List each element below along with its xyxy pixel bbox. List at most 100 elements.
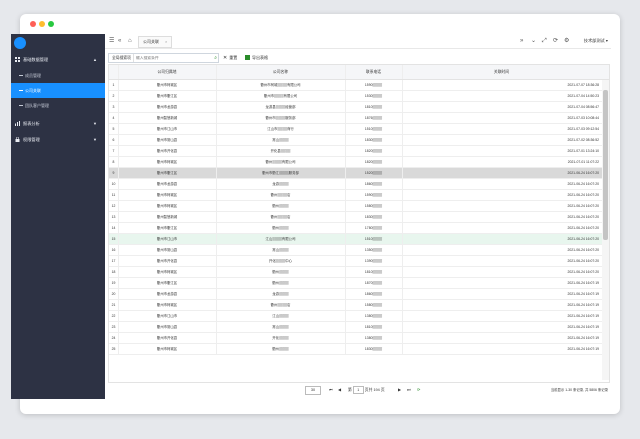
table-row[interactable]: 21 衢州市柯城区 衢州▒▒▒▒店 1580▒▒▒▒ 2021-06-24 16:07:… [109,300,609,311]
table-row[interactable]: 3 衢州市龙游县 龙游县▒▒▒▒经营部 1810▒▒▒▒ 2021-07-04 08:5… [109,102,609,113]
vertical-scrollbar[interactable] [602,80,609,380]
sidebar-group-permissions[interactable]: 权限管理 ▼ [11,132,105,147]
cell-company: 衢州市▒▒▒▒有限公司 [216,91,346,101]
cell-company: 江山▒▒▒▒ [216,311,346,321]
scrollbar-thumb[interactable] [603,90,608,240]
home-icon[interactable]: ⌂ [128,37,132,45]
cell-time: 2021-06-24 16:07:20 [567,248,599,252]
page-suffix: 页共 194 页 [364,388,385,392]
table-row[interactable]: 13 衢州智慧新城 衢州▒▒▒▒店 1830▒▒▒▒ 2021-06-24 16:07:… [109,212,609,223]
table-row[interactable]: 1 衢州市柯城区 衢州市柯城▒▒▒▒有限公司 1590▒▒▒▒ 2021-07-07 1… [109,80,609,91]
table-row[interactable]: 19 衢州市衢江区 衢州▒▒▒▒ 1870▒▒▒▒ 2021-06-24 16:07:1… [109,278,609,289]
fullscreen-icon[interactable]: ⤢ [542,37,547,45]
cell-phone: 1390▒▒▒▒ [345,256,403,266]
pagination-bar: 30 ⏮ ◀ 第 1 页共 194 页 ▶ ⏭ ⟳ 当前显示 1-30 条记录, 共… [105,384,611,396]
close-window-button[interactable] [30,21,36,27]
table-row[interactable]: 22 衢州市江山市 江山▒▒▒▒ 1380▒▒▒▒ 2021-06-24 16:07:1… [109,311,609,322]
cell-phone: 1810▒▒▒▒ [345,267,403,277]
table-row[interactable]: 6 衢州市常山县 常山▒▒▒▒ 1830▒▒▒▒ 2021-07-02 08:36:52 [109,135,609,146]
table-row[interactable]: 15 衢州市江山市 江山▒▒▒▒有限公司 1510▒▒▒▒ 2021-06-24 16:… [109,234,609,245]
table-row[interactable]: 4 衢州智慧新城 衢州市▒▒▒▒服务部 1876▒▒▒▒ 2021-07-03 10:0… [109,113,609,124]
grid-icon [15,57,20,62]
table-row[interactable]: 25 衢州市柯城区 衢州▒▒▒▒ 1830▒▒▒▒ 2021-06-24 16:07:1… [109,344,609,355]
cell-region: 衢州市开化县 [118,333,217,343]
cell-time: 2021-06-24 16:07:19 [567,325,599,329]
cell-time: 2021-06-24 16:07:19 [567,336,599,340]
user-menu[interactable]: 技术部测试 ▾ [584,37,608,45]
sidebar-group-reports[interactable]: 报表分析 ▼ [11,116,105,131]
cell-phone: 1860▒▒▒▒ [345,289,403,299]
export-button[interactable]: 导出表格 [245,53,268,63]
cell-phone: 1380▒▒▒▒ [345,311,403,321]
table-row[interactable]: 16 衢州市常山县 常山▒▒▒▒ 1350▒▒▒▒ 2021-06-24 16:07:2… [109,245,609,256]
tab-company-link[interactable]: 公司关联 × [138,36,173,48]
cell-company: 衢州市衢江▒▒▒▒服务部 [216,168,346,178]
refresh-icon[interactable]: ⟳ [553,37,558,45]
chevron-down-icon[interactable]: ⌄ [531,37,536,45]
table-row[interactable]: 9 衢州市衢江区 衢州市衢江▒▒▒▒服务部 1520▒▒▒▒ 2021-06-24 16… [109,168,609,179]
search-scope-select[interactable]: 全局搜索项 [112,54,131,62]
minimize-window-button[interactable] [39,21,45,27]
cell-phone: 1580▒▒▒▒ [345,300,403,310]
refresh-icon[interactable]: ⟳ [417,384,420,396]
maximize-window-button[interactable] [48,21,54,27]
close-icon[interactable]: × [165,39,167,44]
sidebar-group-base-data[interactable]: 基础数据管理 ▲ [11,52,105,67]
cell-phone: 1830▒▒▒▒ [345,212,403,222]
sidebar-item-team-clients[interactable]: 团队客户管理 [11,98,105,113]
cell-phone: 1510▒▒▒▒ [345,234,403,244]
main-content: ☰ « ⌂ 公司关联 × » ⌄ ⤢ ⟳ ⚙ 技术部测试 ▾ 全局搜索项 ⌕ ✕重… [105,34,611,399]
column-header-region[interactable]: 公司归属地 [118,65,217,79]
reset-button[interactable]: ✕ 重置 [223,53,237,63]
last-page-button[interactable]: ⏭ [407,384,410,396]
table-row[interactable]: 12 衢州市柯城区 衢州▒▒▒▒ 1580▒▒▒▒ 2021-06-24 16:07:2… [109,201,609,212]
menu-icon[interactable]: ☰ [109,37,114,45]
table-row[interactable]: 5 衢州市江山市 江山市▒▒▒▒商行 1510▒▒▒▒ 2021-07-03 09:12… [109,124,609,135]
sidebar-item-company-link[interactable]: 公司关联 [11,83,105,98]
table-row[interactable]: 18 衢州市柯城区 衢州▒▒▒▒ 1810▒▒▒▒ 2021-06-24 16:07:2… [109,267,609,278]
table-row[interactable]: 23 衢州市常山县 常山▒▒▒▒ 1810▒▒▒▒ 2021-06-24 16:07:1… [109,322,609,333]
column-header-company[interactable]: 公司名称 [216,65,346,79]
column-header-time[interactable]: 关联时间 [402,65,601,79]
gear-icon[interactable]: ⚙ [564,37,569,45]
next-page-button[interactable]: ▶ [398,384,401,396]
first-page-button[interactable]: ⏮ [329,384,332,396]
cell-region: 衢州市常山县 [118,322,217,332]
table-row[interactable]: 17 衢州市开化县 开化▒▒▒▒中心 1390▒▒▒▒ 2021-06-24 16:07… [109,256,609,267]
app-logo-icon [14,37,26,49]
cell-company: 常山▒▒▒▒ [216,322,346,332]
page-size-select[interactable]: 30 [305,386,321,395]
table-row[interactable]: 24 衢州市开化县 开化▒▒▒▒ 1380▒▒▒▒ 2021-06-24 16:07:1… [109,333,609,344]
dash-icon [19,75,23,76]
chevron-up-icon: ▲ [93,57,97,62]
cell-region: 衢州智慧新城 [118,113,217,123]
collapse-icon[interactable]: « [118,37,121,45]
excel-icon [245,55,250,60]
page-input[interactable]: 1 [352,386,364,394]
cell-company: 开化县▒▒▒▒ [216,146,346,156]
table-row[interactable]: 2 衢州市衢江区 衢州市▒▒▒▒有限公司 1530▒▒▒▒ 2021-07-04 14:… [109,91,609,102]
cell-company: 衢州▒▒▒▒有限公司 [216,157,346,167]
search-icon[interactable]: ⌕ [214,54,217,62]
cell-region: 衢州市柯城区 [118,300,217,310]
cell-time: 2021-07-04 14:50:23 [567,94,599,98]
search-input[interactable] [133,54,214,62]
prev-page-button[interactable]: ◀ [338,384,341,396]
data-table: 公司归属地 公司名称 联系电话 关联时间 1 衢州市柯城区 衢州市柯城▒▒▒▒有限公… [108,64,610,383]
table-row[interactable]: 20 衢州市龙游县 龙游▒▒▒▒ 1860▒▒▒▒ 2021-06-24 16:07:1… [109,289,609,300]
tab-label: 公司关联 [143,39,159,44]
table-row[interactable]: 10 衢州市龙游县 龙游▒▒▒▒ 1860▒▒▒▒ 2021-06-24 16:07:2… [109,179,609,190]
table-row[interactable]: 8 衢州市柯城区 衢州▒▒▒▒有限公司 1820▒▒▒▒ 2021-07-01 11:0… [109,157,609,168]
sidebar-group-label: 权限管理 [23,137,40,142]
scroll-right-icon[interactable]: » [520,37,523,45]
sidebar-item-members[interactable]: 成员管理 [11,68,105,83]
chevron-down-icon: ▼ [93,137,97,142]
cell-time: 2021-06-24 16:07:20 [567,182,599,186]
column-header-phone[interactable]: 联系电话 [345,65,403,79]
table-row[interactable]: 7 衢州市开化县 开化县▒▒▒▒ 1820▒▒▒▒ 2021-07-01 13:24:1… [109,146,609,157]
table-row[interactable]: 11 衢州市柯城区 衢州▒▒▒▒店 1590▒▒▒▒ 2021-06-24 16:07:… [109,190,609,201]
cell-time: 2021-06-24 16:07:19 [567,281,599,285]
cell-region: 衢州市龙游县 [118,289,217,299]
table-row[interactable]: 14 衢州市衢江区 衢州▒▒▒▒ 1780▒▒▒▒ 2021-06-24 16:07:2… [109,223,609,234]
cell-company: 江山市▒▒▒▒商行 [216,124,346,134]
